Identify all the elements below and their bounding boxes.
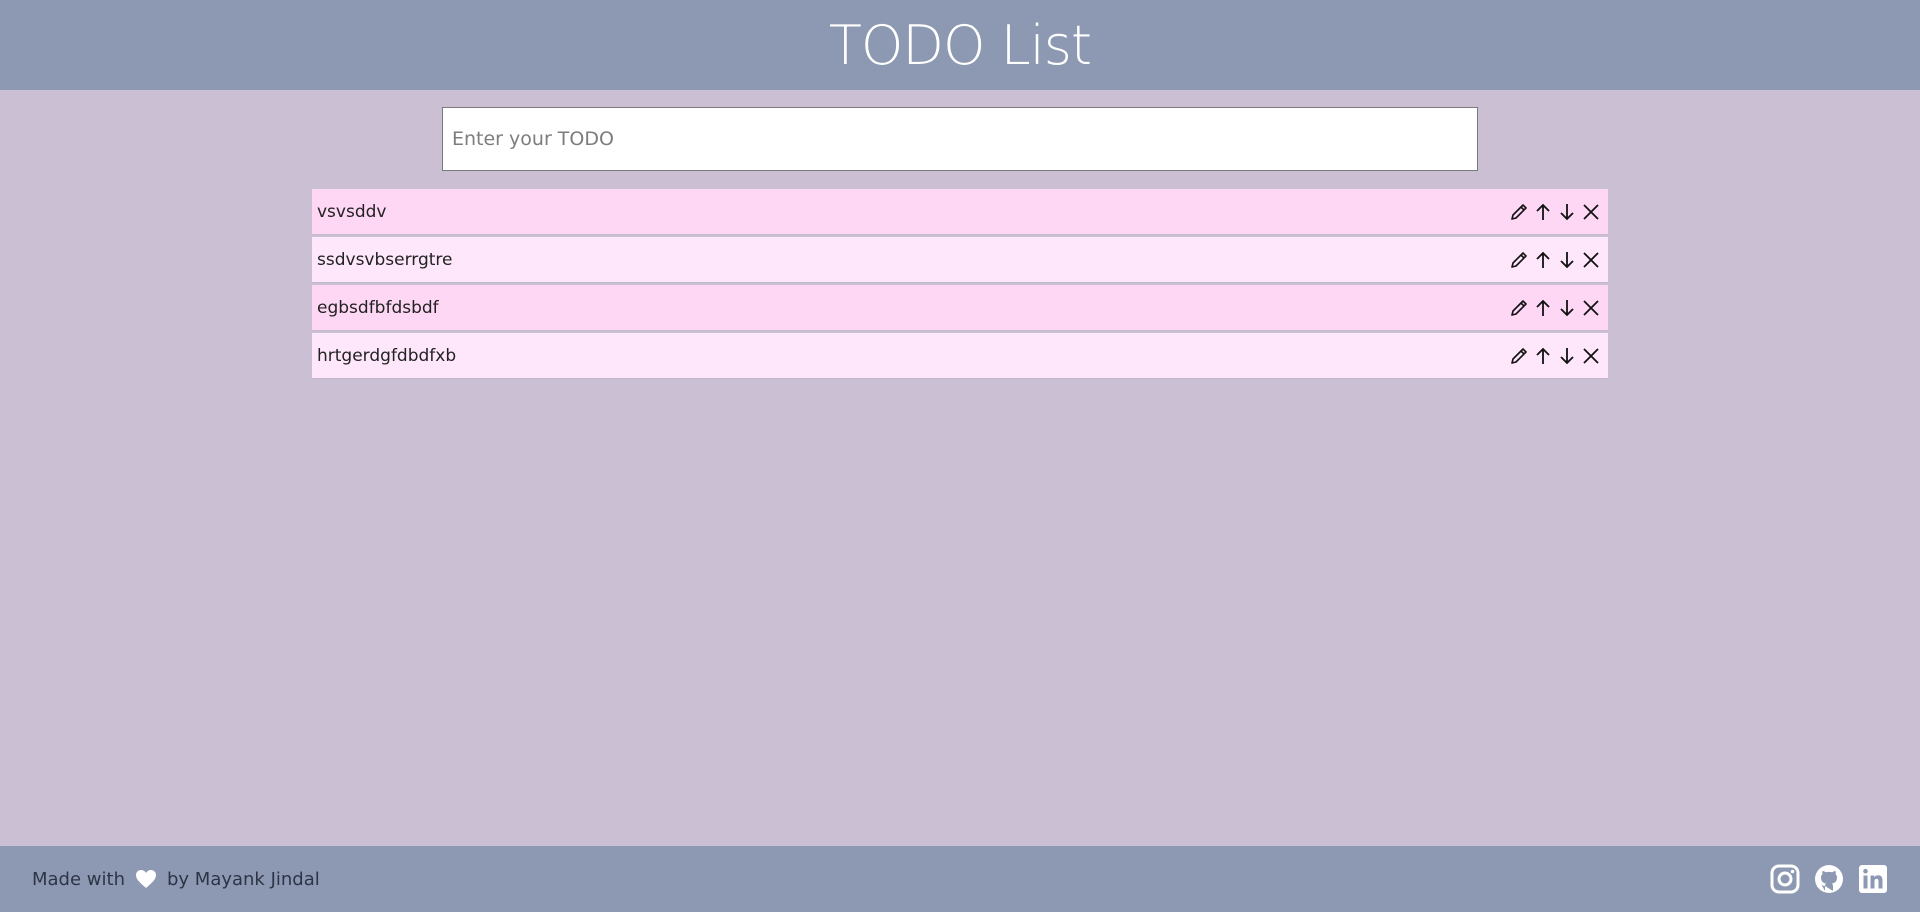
arrow-up-icon[interactable] [1532, 344, 1554, 368]
author-text: by Mayank Jindal [166, 868, 320, 890]
header-bar: TODO List [0, 0, 1920, 90]
heart-icon [135, 869, 157, 889]
todo-list: vsvsddv ssdvsvbserrgtre egbsdfbfdsbdf hr… [312, 189, 1608, 381]
close-icon[interactable] [1580, 248, 1602, 272]
todo-item: vsvsddv [312, 189, 1608, 235]
todo-item-actions [1508, 248, 1602, 272]
todo-item-actions [1508, 344, 1602, 368]
close-icon[interactable] [1580, 200, 1602, 224]
footer-credit: Made with by Mayank Jindal [32, 869, 320, 890]
arrow-up-icon[interactable] [1532, 200, 1554, 224]
footer-bar: Made with by Mayank Jindal [0, 846, 1920, 912]
arrow-down-icon[interactable] [1556, 200, 1578, 224]
todo-item-text: egbsdfbfdsbdf [317, 297, 439, 318]
todo-item: hrtgerdgfdbdfxb [312, 333, 1608, 379]
linkedin-icon[interactable] [1858, 864, 1888, 894]
arrow-down-icon[interactable] [1556, 344, 1578, 368]
close-icon[interactable] [1580, 344, 1602, 368]
todo-item-text: ssdvsvbserrgtre [317, 249, 453, 270]
social-links [1770, 864, 1888, 894]
todo-item-actions [1508, 296, 1602, 320]
pencil-icon[interactable] [1508, 296, 1530, 320]
pencil-icon[interactable] [1508, 344, 1530, 368]
arrow-up-icon[interactable] [1532, 296, 1554, 320]
todo-item-text: vsvsddv [317, 201, 387, 222]
todo-item: ssdvsvbserrgtre [312, 237, 1608, 283]
todo-input-container [442, 107, 1478, 171]
todo-input[interactable] [443, 108, 1477, 170]
arrow-down-icon[interactable] [1556, 296, 1578, 320]
close-icon[interactable] [1580, 296, 1602, 320]
todo-item: egbsdfbfdsbdf [312, 285, 1608, 331]
instagram-icon[interactable] [1770, 864, 1800, 894]
made-with-text: Made with [32, 868, 125, 890]
todo-item-actions [1508, 200, 1602, 224]
pencil-icon[interactable] [1508, 248, 1530, 272]
todo-item-text: hrtgerdgfdbdfxb [317, 345, 457, 366]
github-icon[interactable] [1814, 864, 1844, 894]
arrow-up-icon[interactable] [1532, 248, 1554, 272]
page-title: TODO List [828, 13, 1092, 77]
arrow-down-icon[interactable] [1556, 248, 1578, 272]
pencil-icon[interactable] [1508, 200, 1530, 224]
